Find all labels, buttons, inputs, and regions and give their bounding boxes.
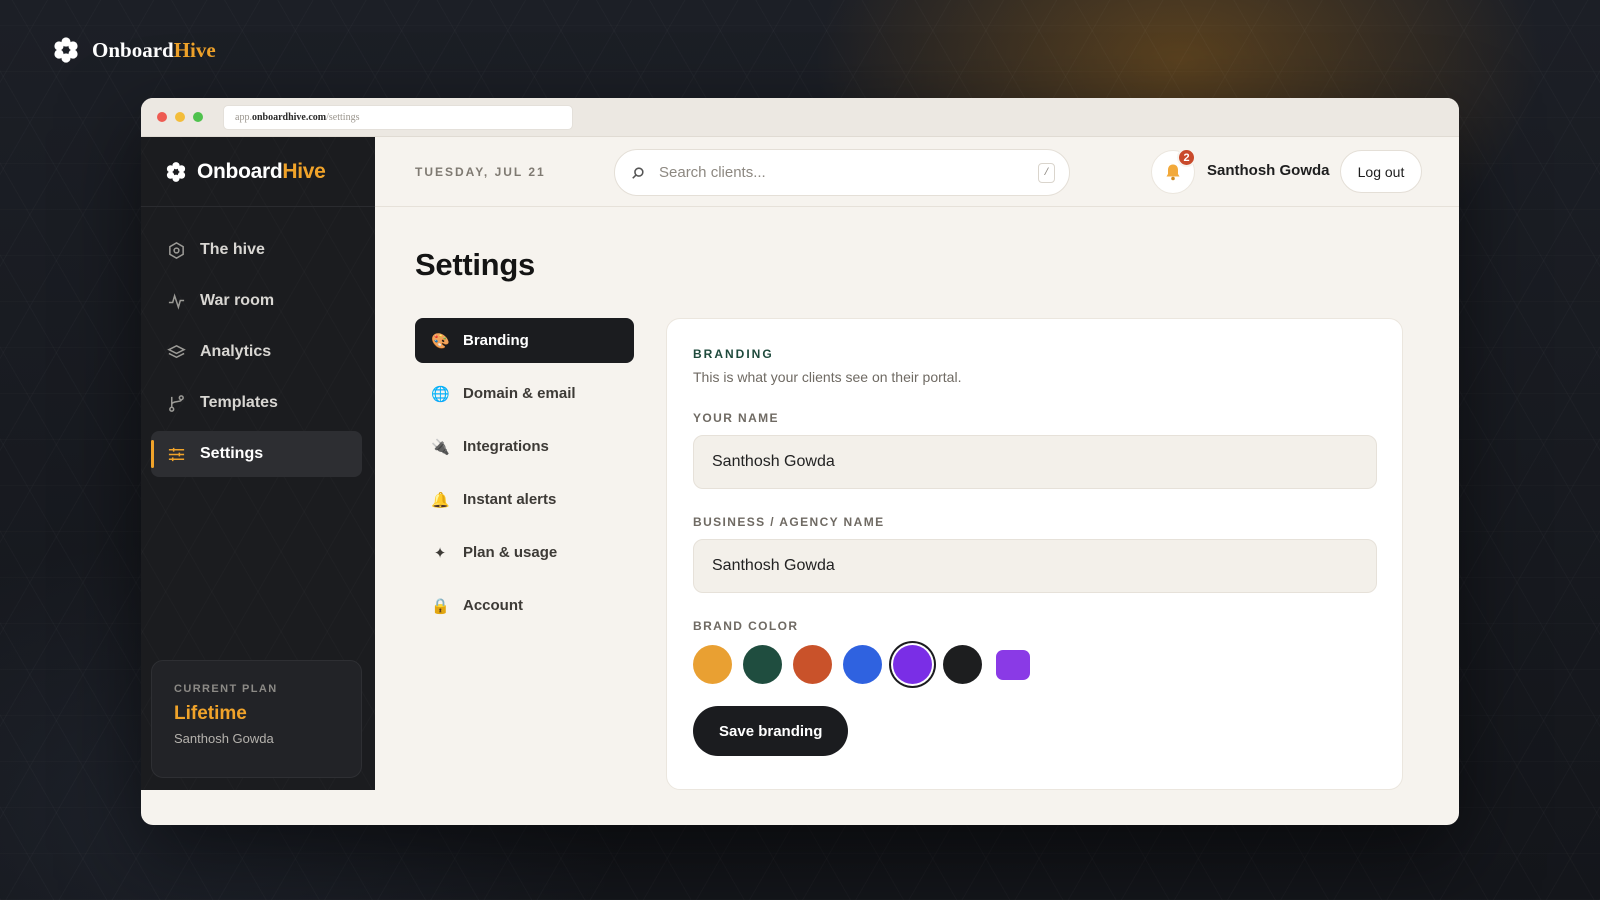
settings-tab-label: Integrations [463,438,549,455]
url-path: /settings [326,111,360,123]
hexagon-icon [169,241,184,259]
save-branding-button[interactable]: Save branding [693,706,849,756]
settings-tab-label: Account [463,597,523,614]
settings-tab-account[interactable]: 🔒 Account [415,583,634,628]
custom-color-picker[interactable] [996,649,1030,680]
globe-icon: 🌐 [431,385,450,403]
settings-tab-label: Plan & usage [463,544,558,561]
plan-value: Lifetime [174,703,247,724]
logout-button[interactable]: Log out [1340,150,1422,193]
sidebar-item-label: Analytics [200,343,272,360]
your-name-input[interactable] [693,435,1377,489]
section-description: This is what your clients see on their p… [693,369,962,385]
layers-icon [167,344,186,358]
top-bar: TUESDAY, JUL 21 / 2 Santhosh Gowda Log o… [375,137,1459,207]
minimize-window-button[interactable] [175,112,185,122]
page-title: Settings [415,247,535,282]
brand-color-swatches [693,645,1376,684]
window-controls [157,112,203,122]
sidebar-item-war-room[interactable]: War room [151,278,362,324]
sidebar-item-settings[interactable]: Settings [151,431,362,477]
section-title: BRANDING [693,347,774,361]
branch-icon [169,394,184,412]
plan-label: CURRENT PLAN [174,683,278,695]
sidebar-item-label: Templates [200,394,278,411]
top-brand: OnboardHive [52,36,216,64]
browser-titlebar: app. onboardhive.com/settings [141,98,1459,137]
hive-logo-icon [54,37,78,63]
sparkle-icon: ✦ [433,544,447,562]
settings-tab-domain-email[interactable]: 🌐 Domain & email [415,371,634,416]
sliders-icon [168,447,185,461]
address-bar[interactable]: app. onboardhive.com/settings [223,104,573,130]
activity-icon [168,292,185,310]
main-content: TUESDAY, JUL 21 / 2 Santhosh Gowda Log o… [375,137,1459,825]
search-input[interactable] [659,164,1019,181]
sidebar-brand-name: OnboardHive [197,159,326,183]
brand-color-label: BRAND COLOR [693,619,799,633]
business-name-input[interactable] [693,539,1377,593]
color-swatch[interactable] [793,645,832,684]
sidebar-item-the-hive[interactable]: The hive [151,227,362,273]
sidebar-item-label: Settings [200,445,264,462]
notification-count-badge: 2 [1177,148,1196,167]
browser-window: app. onboardhive.com/settings OnboardHive… [141,98,1459,825]
current-date: TUESDAY, JUL 21 [415,164,546,179]
plan-owner: Santhosh Gowda [174,731,274,746]
search-icon [632,166,644,179]
settings-tab-label: Branding [463,332,529,349]
url-prefix: app. [235,111,252,123]
sidebar-item-templates[interactable]: Templates [151,380,362,426]
business-name-label: BUSINESS / AGENCY NAME [693,515,885,529]
branding-card: BRANDING This is what your clients see o… [666,318,1403,790]
sidebar-brand[interactable]: OnboardHive [141,137,375,207]
current-plan-card: CURRENT PLAN Lifetime Santhosh Gowda [151,660,362,778]
maximize-window-button[interactable] [193,112,203,122]
settings-tab-plan-usage[interactable]: ✦ Plan & usage [415,530,634,575]
search-shortcut-hint: / [1038,163,1055,183]
sidebar-item-analytics[interactable]: Analytics [151,329,362,375]
settings-tab-integrations[interactable]: 🔌 Integrations [415,424,634,469]
sidebar-nav: The hive War room Analytics Templates Se… [141,207,375,477]
palette-icon: 🎨 [431,332,450,350]
notifications-button[interactable]: 2 [1151,148,1196,194]
sidebar: OnboardHive The hive War room Analytics [141,137,375,790]
close-window-button[interactable] [157,112,167,122]
app-shell: OnboardHive The hive War room Analytics [141,137,1459,825]
settings-nav: 🎨 Branding 🌐 Domain & email 🔌 Integratio… [415,318,634,636]
settings-tab-branding[interactable]: 🎨 Branding [415,318,634,363]
sidebar-item-label: War room [200,292,275,309]
settings-tab-label: Instant alerts [463,491,557,508]
color-swatch[interactable] [943,645,982,684]
user-name[interactable]: Santhosh Gowda [1207,162,1330,179]
url-domain: onboardhive.com [251,111,327,123]
your-name-label: YOUR NAME [693,411,779,425]
color-swatch[interactable] [743,645,782,684]
lock-icon: 🔒 [431,597,450,615]
settings-tab-label: Domain & email [463,385,576,402]
hive-logo-icon [166,161,186,182]
sidebar-item-label: The hive [200,241,265,258]
plug-icon: 🔌 [431,438,450,456]
settings-tab-instant-alerts[interactable]: 🔔 Instant alerts [415,477,634,522]
color-swatch[interactable] [843,645,882,684]
color-swatch[interactable] [693,645,732,684]
top-brand-name: OnboardHive [92,37,216,62]
bell-icon: 🔔 [431,491,450,509]
search-box[interactable]: / [614,149,1070,196]
color-swatch[interactable] [893,645,932,684]
